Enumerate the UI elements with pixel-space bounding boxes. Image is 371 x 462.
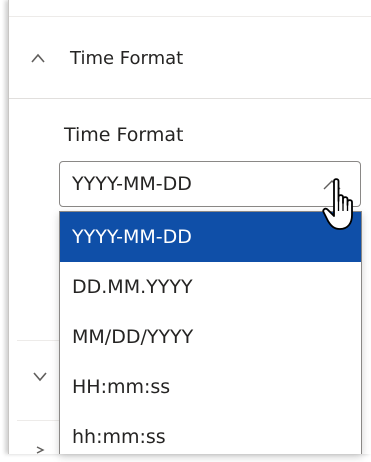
time-format-select[interactable]: YYYY-MM-DD: [59, 161, 361, 207]
dropdown-option[interactable]: hh:mm:ss: [60, 412, 361, 462]
chevron-down-icon[interactable]: [33, 370, 47, 382]
field-label: Time Format: [64, 124, 184, 146]
section-title: Time Format: [70, 48, 184, 69]
divider: [17, 420, 60, 421]
dropdown-option[interactable]: HH:mm:ss: [60, 362, 361, 412]
dropdown-option[interactable]: YYYY-MM-DD: [60, 212, 361, 262]
hand-pointer-icon: [322, 178, 353, 230]
option-label: MM/DD/YYYY: [72, 326, 194, 348]
select-value: YYYY-MM-DD: [72, 173, 192, 195]
section-header-time-format[interactable]: Time Format: [9, 17, 371, 99]
divider: [17, 340, 60, 341]
format-pane: Time Format Time Format YYYY-MM-DD YYYY-…: [8, 0, 371, 454]
option-label: hh:mm:ss: [72, 426, 166, 448]
chevron-right-icon[interactable]: [35, 446, 45, 454]
option-label: YYYY-MM-DD: [72, 226, 192, 248]
option-label: HH:mm:ss: [72, 376, 171, 398]
chevron-up-icon: [31, 53, 45, 63]
dropdown-menu: YYYY-MM-DD DD.MM.YYYY MM/DD/YYYY HH:mm:s…: [59, 211, 362, 454]
dropdown-option[interactable]: DD.MM.YYYY: [60, 262, 361, 312]
dropdown-option[interactable]: MM/DD/YYYY: [60, 312, 361, 362]
option-label: DD.MM.YYYY: [72, 276, 193, 298]
